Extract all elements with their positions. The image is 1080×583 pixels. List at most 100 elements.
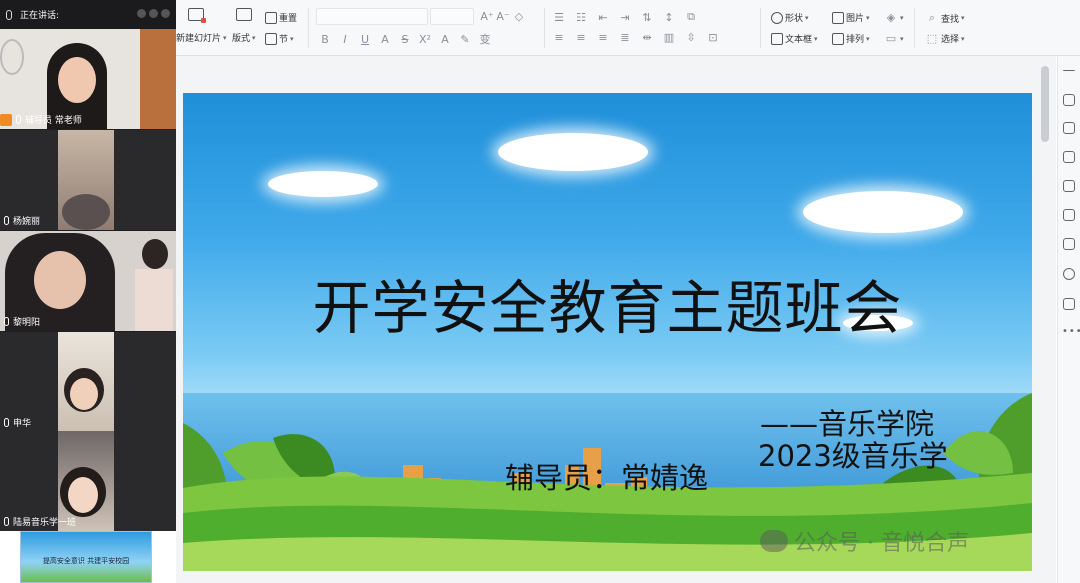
participant-label: 黎明阳	[0, 315, 44, 328]
current-slide[interactable]: 开学安全教育主题班会 ——音乐学院 2023级音乐学 辅导员：常婧逸	[183, 93, 1032, 571]
more-icon[interactable]: •••	[1062, 326, 1080, 337]
slide-thumbnail[interactable]: 提高安全意识 共建平安校园	[20, 531, 152, 583]
arrange-button[interactable]: 排列 ▾	[832, 32, 870, 45]
clear-format-icon[interactable]: ◇	[512, 10, 526, 23]
book-icon[interactable]	[1063, 238, 1075, 250]
columns-icon[interactable]: ▥	[662, 31, 676, 44]
font-color-icon[interactable]: A	[438, 33, 452, 46]
line-spacing-icon[interactable]: ↕	[662, 11, 676, 24]
magic-tool-icon[interactable]	[1063, 209, 1075, 221]
shrink-font-icon[interactable]: A⁻	[496, 10, 510, 23]
bold-icon[interactable]: B	[318, 33, 332, 46]
new-slide-icon[interactable]	[188, 8, 206, 23]
slide-title[interactable]: 开学安全教育主题班会	[183, 261, 1032, 345]
find-button[interactable]: ⌕ 查找 ▾	[925, 11, 965, 25]
distribute-icon[interactable]: ⇹	[640, 31, 654, 44]
participant-tile[interactable]: 申华	[0, 332, 176, 432]
fill-icon: ◈	[886, 11, 896, 24]
participant-tile[interactable]: 辅导员 常老师	[0, 29, 176, 129]
italic-icon[interactable]: I	[338, 33, 352, 46]
bullets-icon[interactable]: ☰	[552, 11, 566, 24]
textbox-icon	[771, 32, 783, 45]
animation-icon[interactable]	[1063, 180, 1075, 192]
vertical-scrollbar[interactable]	[1041, 66, 1049, 142]
paragraph-tools-bottom: ≡ ≡ ≡ ≣ ⇹ ▥ ⇳ ⊡	[552, 31, 720, 44]
star-icon[interactable]	[1063, 122, 1075, 134]
font-size-select[interactable]	[430, 8, 474, 25]
participant-face	[70, 378, 98, 410]
participant-label: 杨婉丽	[0, 214, 44, 227]
settings-icon[interactable]	[1063, 298, 1075, 310]
comment-icon[interactable]	[1063, 151, 1075, 163]
select-label: 选择	[941, 35, 960, 45]
participant-name: 杨婉丽	[13, 217, 41, 227]
layout-icon[interactable]	[236, 8, 252, 21]
participant-label: 辅导员 常老师	[0, 113, 86, 126]
fill-button[interactable]: ◈ ▾	[884, 11, 904, 24]
minimize-icon[interactable]	[137, 9, 146, 18]
microphone-icon	[4, 517, 9, 526]
microphone-icon	[4, 418, 9, 427]
grow-font-icon[interactable]: A⁺	[480, 10, 494, 23]
collapse-icon[interactable]	[1063, 70, 1075, 72]
host-badge-icon	[0, 113, 12, 126]
watermark-text: 公众号 · 音悦合声	[794, 531, 969, 556]
video-call-panel: 正在讲话: 辅导员 常老师 杨婉丽 黎明阳 申华 陆易音乐学一班	[0, 0, 176, 531]
textbox-button[interactable]: 文本框 ▾	[771, 32, 818, 45]
picture-icon	[832, 11, 844, 24]
properties-icon[interactable]	[1063, 94, 1075, 106]
align-left-icon[interactable]: ≡	[552, 31, 566, 44]
wechat-icon	[760, 530, 788, 552]
picture-label: 图片	[846, 14, 865, 24]
align-right-icon[interactable]: ≡	[596, 31, 610, 44]
section-button[interactable]: 节 ▾	[265, 32, 294, 45]
decrease-indent-icon[interactable]: ⇤	[596, 11, 610, 24]
divider	[308, 8, 309, 48]
expand-icon[interactable]	[149, 9, 158, 18]
picture-button[interactable]: 图片 ▾	[832, 11, 870, 24]
convert-smartart-icon[interactable]: ⧉	[684, 10, 698, 24]
paragraph-tools-top: ☰ ☷ ⇤ ⇥ ⇅ ↕ ⧉	[552, 10, 698, 24]
participant-name: 辅导员 常老师	[25, 116, 82, 126]
highlight-icon[interactable]: ✎	[458, 33, 472, 46]
shape-button[interactable]: 形状 ▾	[771, 11, 809, 24]
participant-head	[62, 194, 110, 230]
align-center-icon[interactable]: ≡	[574, 31, 588, 44]
find-label: 查找	[941, 14, 960, 25]
help-icon[interactable]	[1063, 268, 1075, 280]
font-family-select[interactable]	[316, 8, 428, 25]
strikethrough-icon[interactable]: S	[398, 33, 412, 46]
slide-subtitle-class[interactable]: 2023级音乐学	[758, 433, 948, 475]
vertical-align-icon[interactable]: ⇳	[684, 31, 698, 44]
second-person-video	[142, 239, 168, 269]
participant-name: 申华	[13, 419, 32, 429]
slide-counselor[interactable]: 辅导员：常婧逸	[505, 455, 708, 497]
reset-button[interactable]: 重置	[265, 11, 297, 24]
participant-name: 陆易音乐学一班	[13, 518, 77, 528]
select-button[interactable]: ⬚ 选择 ▾	[925, 32, 965, 45]
participant-tile[interactable]: 黎明阳	[0, 231, 176, 331]
outline-button[interactable]: ▭ ▾	[884, 32, 904, 45]
underline-icon[interactable]: U	[358, 33, 372, 46]
layout-button[interactable]: 版式 ▾	[232, 31, 256, 45]
numbering-icon[interactable]: ☷	[574, 11, 588, 24]
superscript-icon[interactable]: X²	[418, 33, 432, 46]
window-controls	[137, 9, 170, 18]
character-spacing-icon[interactable]: 变	[478, 31, 492, 47]
increase-indent-icon[interactable]: ⇥	[618, 11, 632, 24]
participant-face	[68, 477, 98, 513]
participant-tile[interactable]: 陆易音乐学一班	[0, 431, 176, 531]
text-direction-icon[interactable]: ⇅	[640, 11, 654, 24]
divider	[914, 8, 915, 48]
speaking-label: 正在讲话:	[20, 11, 60, 21]
participant-face	[34, 251, 86, 309]
text-shadow-icon[interactable]: A	[378, 33, 392, 46]
justify-icon[interactable]: ≣	[618, 31, 632, 44]
microphone-icon	[4, 216, 9, 225]
font-style-tools: B I U A S X² A ✎ 变	[318, 31, 492, 47]
text-fit-icon[interactable]: ⊡	[706, 31, 720, 44]
participant-tile[interactable]: 杨婉丽	[0, 130, 176, 230]
close-icon[interactable]	[161, 9, 170, 18]
new-slide-button[interactable]: 新建幻灯片 ▾	[176, 31, 227, 45]
select-icon: ⬚	[926, 32, 938, 45]
